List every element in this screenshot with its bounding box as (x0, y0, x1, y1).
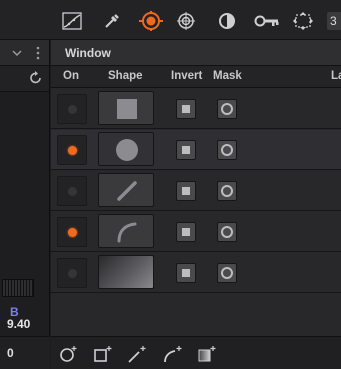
window-panel-header: Window (51, 40, 341, 66)
window-shape-button[interactable] (98, 173, 154, 207)
curve-shape-icon (117, 222, 137, 243)
square-shape-icon (117, 99, 137, 119)
window-enable-toggle[interactable] (57, 94, 87, 124)
add-window-toolbar (51, 336, 341, 369)
more-options-icon[interactable] (36, 46, 40, 60)
tracker-icon[interactable] (175, 10, 197, 32)
window-enable-toggle[interactable] (57, 258, 87, 288)
column-layer: La (331, 70, 341, 82)
add-curve-window-icon[interactable] (161, 343, 185, 365)
mask-toggle[interactable] (217, 99, 237, 119)
mask-toggle[interactable] (217, 140, 237, 160)
circle-shape-icon (116, 139, 138, 161)
column-invert: Invert (171, 70, 203, 82)
chevron-down-icon[interactable] (12, 49, 22, 57)
left-panel-subheader (0, 66, 49, 92)
invert-toggle[interactable] (176, 263, 196, 283)
window-shape-button[interactable] (98, 91, 154, 125)
invert-toggle[interactable] (176, 222, 196, 242)
gradient-shape-icon (99, 256, 153, 288)
resize-icon[interactable] (292, 10, 314, 32)
mask-toggle[interactable] (217, 263, 237, 283)
left-value-number[interactable]: 9.40 (7, 317, 30, 331)
invert-toggle[interactable] (176, 181, 196, 201)
left-panel: B 9.40 0 (0, 40, 50, 369)
column-on: On (63, 70, 79, 82)
invert-toggle[interactable] (176, 99, 196, 119)
add-square-window-icon[interactable] (91, 343, 115, 365)
left-bottom-value[interactable]: 0 (7, 346, 14, 360)
window-enable-toggle[interactable] (57, 217, 87, 247)
reset-icon[interactable] (29, 71, 43, 85)
window-panel-title: Window (65, 46, 111, 60)
linear-shape-icon (117, 181, 137, 201)
page-number[interactable]: 3 (327, 12, 341, 30)
window-shape-button[interactable] (98, 214, 154, 248)
blur-icon[interactable] (216, 10, 238, 32)
window-row[interactable] (51, 130, 341, 170)
window-row[interactable] (51, 89, 341, 129)
window-row[interactable] (51, 212, 341, 252)
column-mask: Mask (213, 70, 242, 82)
toolbar: 3 (0, 0, 341, 40)
color-wheel-icon[interactable] (0, 92, 22, 262)
add-gradient-window-icon[interactable] (195, 343, 219, 365)
window-shape-button[interactable] (98, 132, 154, 166)
window-icon[interactable] (138, 10, 164, 32)
window-enable-toggle[interactable] (57, 135, 87, 165)
window-row[interactable] (51, 171, 341, 211)
column-shape: Shape (108, 70, 143, 82)
window-row[interactable] (51, 253, 341, 293)
left-bottom-bar: 0 (0, 336, 50, 369)
window-panel: Window On Shape Invert Mask La (51, 40, 341, 369)
mask-toggle[interactable] (217, 181, 237, 201)
add-linear-window-icon[interactable] (125, 343, 149, 365)
level-meter (2, 279, 34, 297)
window-enable-toggle[interactable] (57, 176, 87, 206)
eyedropper-icon[interactable] (101, 10, 123, 32)
left-panel-header (0, 40, 49, 66)
key-icon[interactable] (254, 10, 280, 32)
add-circle-window-icon[interactable] (57, 343, 81, 365)
invert-toggle[interactable] (176, 140, 196, 160)
window-shape-button[interactable] (98, 255, 154, 289)
mask-toggle[interactable] (217, 222, 237, 242)
curves-icon[interactable] (61, 10, 83, 32)
column-headers: On Shape Invert Mask La (51, 66, 341, 88)
